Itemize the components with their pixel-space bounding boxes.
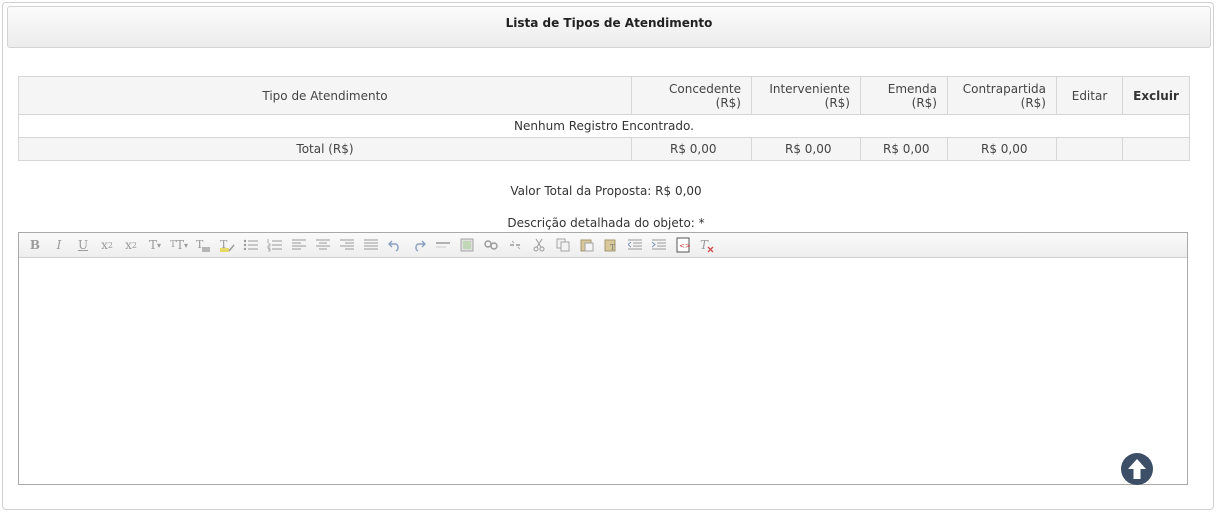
link-icon[interactable]	[481, 235, 501, 255]
superscript-icon[interactable]: x2	[121, 235, 141, 255]
bold-icon[interactable]: B	[25, 235, 45, 255]
empty-message: Nenhum Registro Encontrado.	[18, 114, 1190, 138]
col-header-tipo[interactable]: Tipo de Atendimento	[18, 76, 632, 115]
redo-icon[interactable]	[409, 235, 429, 255]
font-size-icon[interactable]: T T ▾	[169, 235, 189, 255]
table-header-row: Tipo de Atendimento Concedente (R$) Inte…	[18, 76, 1190, 115]
highlight-icon[interactable]: T	[217, 235, 237, 255]
font-family-icon[interactable]: T ▾	[145, 235, 165, 255]
col-header-contrapartida-line2: (R$)	[1020, 95, 1046, 110]
total-row: Total (R$) R$ 0,00 R$ 0,00 R$ 0,00 R$ 0,…	[18, 137, 1190, 161]
atendimento-table: Tipo de Atendimento Concedente (R$) Inte…	[18, 76, 1190, 161]
total-interveniente: R$ 0,00	[751, 137, 861, 161]
copy-icon[interactable]	[553, 235, 573, 255]
col-header-emenda-line1: Emenda	[887, 81, 937, 96]
col-header-emenda-line2: (R$)	[911, 95, 937, 110]
panel-header: Lista de Tipos de Atendimento	[7, 6, 1211, 48]
numbered-list-icon[interactable]	[265, 235, 285, 255]
image-icon[interactable]	[457, 235, 477, 255]
panel-title: Lista de Tipos de Atendimento	[505, 16, 713, 30]
col-header-excluir: Excluir	[1122, 76, 1190, 115]
total-editar-cell	[1056, 137, 1123, 161]
svg-text:T: T	[610, 243, 616, 252]
justify-icon[interactable]	[361, 235, 381, 255]
total-contrapartida: R$ 0,00	[947, 137, 1057, 161]
total-label: Total (R$)	[18, 137, 632, 161]
rich-text-editor: B I U x2 x2 T ▾ T T ▾ T T T <> T	[18, 232, 1188, 485]
align-center-icon[interactable]	[313, 235, 333, 255]
col-header-interveniente-line2: (R$)	[824, 95, 850, 110]
col-header-editar: Editar	[1056, 76, 1123, 115]
source-code-icon[interactable]: <>	[673, 235, 693, 255]
svg-text:<>: <>	[679, 242, 690, 250]
horizontal-rule-icon[interactable]	[433, 235, 453, 255]
descricao-label: Descrição detalhada do objeto: *	[507, 216, 705, 230]
total-excluir-cell	[1122, 137, 1190, 161]
paste-text-icon[interactable]: T	[601, 235, 621, 255]
subscript-icon[interactable]: x2	[97, 235, 117, 255]
arrow-up-icon	[1128, 459, 1146, 479]
align-left-icon[interactable]	[289, 235, 309, 255]
empty-row: Nenhum Registro Encontrado.	[18, 114, 1190, 138]
scroll-to-top-button[interactable]	[1121, 453, 1153, 485]
valor-total-proposta: Valor Total da Proposta: R$ 0,00	[510, 184, 702, 198]
italic-icon[interactable]: I	[49, 235, 69, 255]
col-header-contrapartida[interactable]: Contrapartida (R$)	[947, 76, 1057, 115]
editor-content-area[interactable]	[19, 258, 1187, 484]
editor-toolbar: B I U x2 x2 T ▾ T T ▾ T T T <> T	[19, 233, 1187, 258]
cut-icon[interactable]	[529, 235, 549, 255]
undo-icon[interactable]	[385, 235, 405, 255]
col-header-contrapartida-line1: Contrapartida	[962, 81, 1046, 96]
outdent-icon[interactable]	[625, 235, 645, 255]
col-header-interveniente-line1: Interveniente	[769, 81, 850, 96]
underline-icon[interactable]: U	[73, 235, 93, 255]
svg-text:T: T	[220, 238, 228, 251]
total-emenda: R$ 0,00	[860, 137, 948, 161]
total-concedente: R$ 0,00	[631, 137, 752, 161]
font-color-icon[interactable]: T	[193, 235, 213, 255]
paste-icon[interactable]	[577, 235, 597, 255]
svg-text:T: T	[700, 238, 709, 252]
align-right-icon[interactable]	[337, 235, 357, 255]
unlink-icon[interactable]	[505, 235, 525, 255]
col-header-interveniente[interactable]: Interveniente (R$)	[751, 76, 861, 115]
col-header-concedente[interactable]: Concedente (R$)	[631, 76, 752, 115]
indent-icon[interactable]	[649, 235, 669, 255]
col-header-emenda[interactable]: Emenda (R$)	[860, 76, 948, 115]
clear-format-icon[interactable]: T	[697, 235, 717, 255]
bullet-list-icon[interactable]	[241, 235, 261, 255]
